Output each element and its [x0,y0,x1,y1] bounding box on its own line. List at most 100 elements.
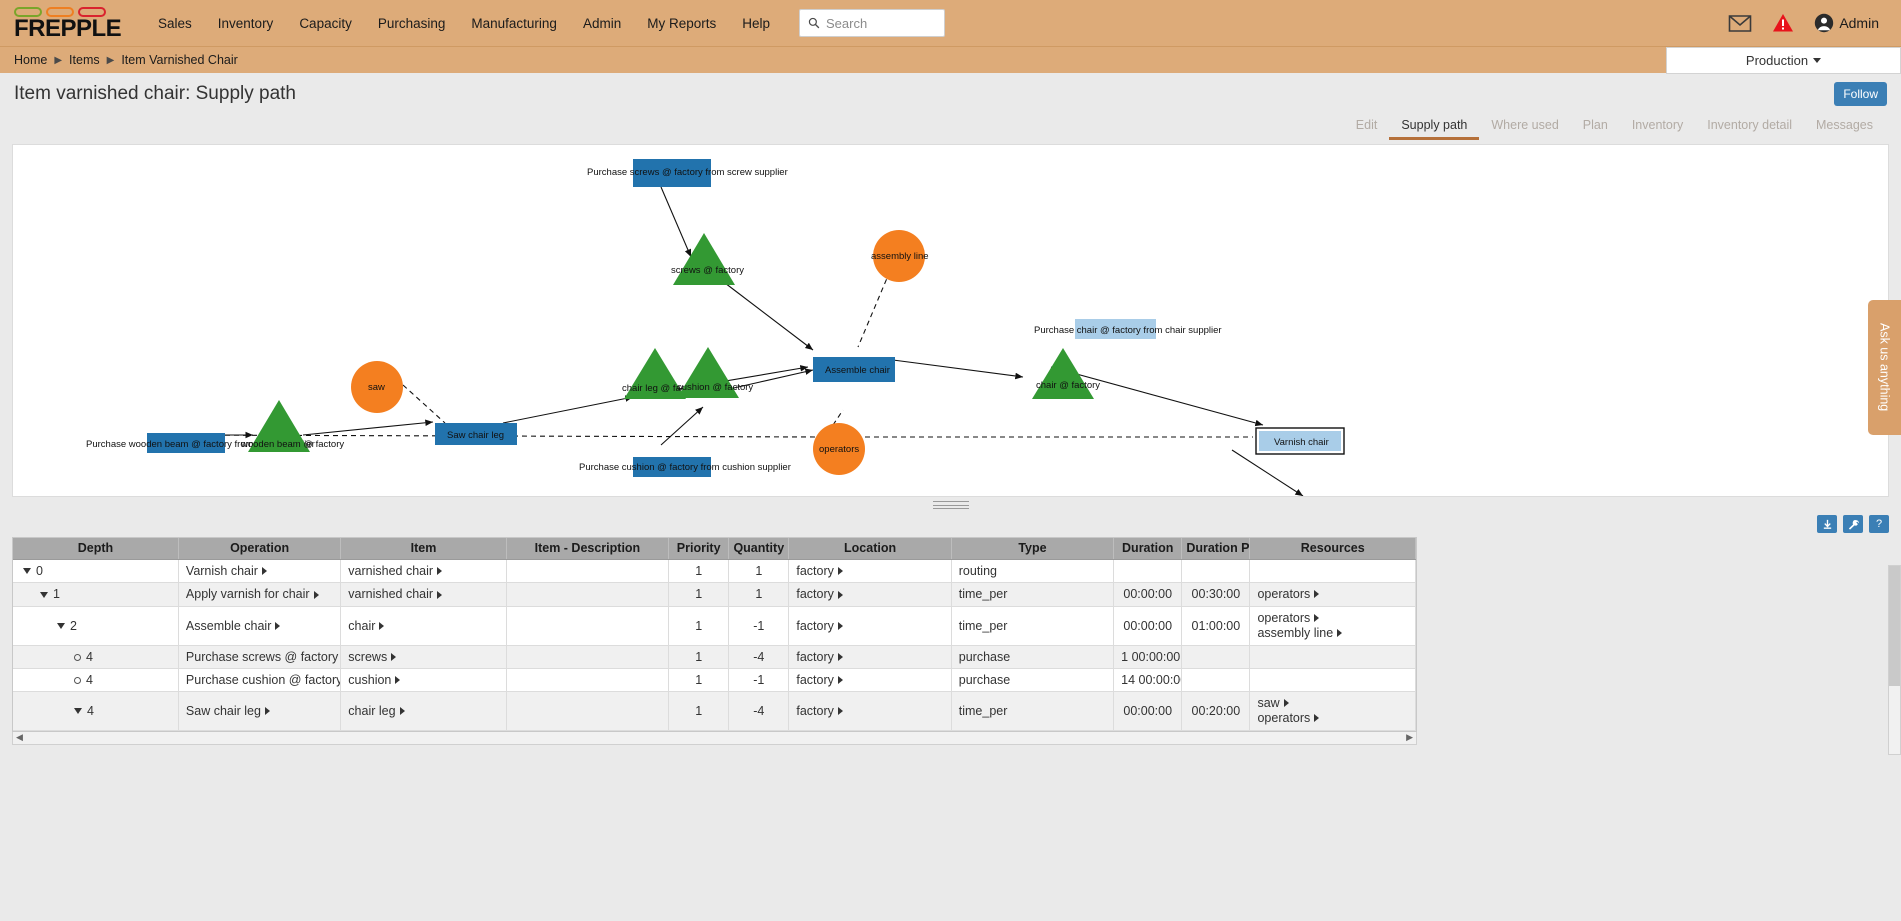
nav-item-help[interactable]: Help [729,10,783,37]
drill-arrow-icon[interactable] [1284,699,1289,707]
ask-us-anything-tab[interactable]: Ask us anything [1868,300,1901,435]
collapse-caret-icon[interactable] [57,623,65,629]
table-vertical-scrollbar[interactable] [1888,565,1901,755]
follow-button[interactable]: Follow [1834,82,1887,106]
col-header-depth[interactable]: Depth [13,538,178,559]
operation-value[interactable]: Varnish chair [186,564,258,578]
nav-item-purchasing[interactable]: Purchasing [365,10,459,37]
drill-arrow-icon[interactable] [838,707,843,715]
expand-circle-icon[interactable] [74,654,81,661]
nav-item-sales[interactable]: Sales [145,10,205,37]
col-header-duration-per[interactable]: Duration P [1182,538,1250,559]
operation-value[interactable]: Assemble chair [186,619,271,633]
item-value[interactable]: chair [348,619,375,633]
inbox-icon[interactable] [1728,14,1752,33]
drill-arrow-icon[interactable] [391,653,396,661]
col-header-quantity[interactable]: Quantity [729,538,789,559]
col-header-item[interactable]: Item [341,538,506,559]
tab-where-used[interactable]: Where used [1479,115,1570,140]
item-value[interactable]: screws [348,650,387,664]
location-value[interactable]: factory [796,619,834,633]
user-menu[interactable]: Admin [1814,13,1879,33]
graph-node-assembly-line[interactable]: assembly line [871,230,929,282]
operation-value[interactable]: Saw chair leg [186,704,261,718]
table-row[interactable]: 2Assemble chairchair1-1factorytime_per00… [13,606,1416,645]
resource-value[interactable]: operators [1257,711,1408,726]
item-value[interactable]: chair leg [348,704,395,718]
graph-node-operators[interactable]: operators [813,423,865,475]
expand-circle-icon[interactable] [74,677,81,684]
collapse-caret-icon[interactable] [74,708,82,714]
breadcrumb-home[interactable]: Home [14,53,47,67]
table-row[interactable]: 1Apply varnish for chairvarnished chair1… [13,582,1416,606]
location-value[interactable]: factory [796,564,834,578]
search-input[interactable]: Search [799,9,945,37]
nav-item-manufacturing[interactable]: Manufacturing [458,10,570,37]
drill-arrow-icon[interactable] [400,707,405,715]
graph-node-purchase-chair[interactable]: Purchase chair @ factory from chair supp… [1034,319,1222,339]
location-value[interactable]: factory [796,587,834,601]
export-download-button[interactable] [1817,515,1837,533]
graph-node-wooden-beam-factory[interactable]: wooden beam @ factory [240,400,344,452]
graph-node-cushion-factory[interactable]: cushion @ factory [677,347,753,398]
frepple-logo[interactable]: FREPPLE [14,7,119,40]
scroll-left-icon[interactable]: ◀ [13,732,26,743]
resource-value[interactable]: saw [1257,696,1408,711]
grid-settings-button[interactable] [1843,515,1863,533]
location-value[interactable]: factory [796,704,834,718]
operation-value[interactable]: Purchase cushion @ factory from [186,673,341,687]
item-value[interactable]: varnished chair [348,587,433,601]
resource-value[interactable]: operators [1257,611,1408,626]
col-header-item-description[interactable]: Item - Description [506,538,668,559]
tab-plan[interactable]: Plan [1571,115,1620,140]
drill-arrow-icon[interactable] [314,591,319,599]
graph-node-varnish-chair[interactable]: Varnish chair [1256,428,1344,454]
alert-warning-icon[interactable] [1772,13,1794,33]
drill-arrow-icon[interactable] [838,591,843,599]
graph-node-assemble-chair[interactable]: Assemble chair [813,357,895,382]
drill-arrow-icon[interactable] [379,622,384,630]
breadcrumb-items[interactable]: Items [69,53,100,67]
collapse-caret-icon[interactable] [23,568,31,574]
drill-arrow-icon[interactable] [262,567,267,575]
table-row[interactable]: 4Saw chair legchair leg1-4factorytime_pe… [13,691,1416,730]
drill-arrow-icon[interactable] [275,622,280,630]
drill-arrow-icon[interactable] [838,676,843,684]
tab-supply-path[interactable]: Supply path [1389,115,1479,140]
drill-arrow-icon[interactable] [1314,714,1319,722]
drill-arrow-icon[interactable] [395,676,400,684]
table-row[interactable]: 4Purchase cushion @ factory fromcushion1… [13,668,1416,691]
drill-arrow-icon[interactable] [838,653,843,661]
graph-node-chair-factory[interactable]: chair @ factory [1032,348,1100,399]
nav-item-my-reports[interactable]: My Reports [634,10,729,37]
drill-arrow-icon[interactable] [437,591,442,599]
resource-value[interactable]: operators [1257,587,1408,602]
nav-item-admin[interactable]: Admin [570,10,634,37]
tab-inventory[interactable]: Inventory [1620,115,1695,140]
graph-node-purchase-cushion[interactable]: Purchase cushion @ factory from cushion … [579,457,791,477]
table-row[interactable]: 4Purchase screws @ factory fromscrews1-4… [13,645,1416,668]
supply-path-graph[interactable]: Purchase screws @ factory from screw sup… [12,144,1889,497]
graph-node-purchase-screws[interactable]: Purchase screws @ factory from screw sup… [587,159,788,187]
drill-arrow-icon[interactable] [1314,614,1319,622]
graph-node-saw-chair-leg[interactable]: Saw chair leg [435,423,517,445]
col-header-priority[interactable]: Priority [669,538,729,559]
table-row[interactable]: 0Varnish chairvarnished chair11factoryro… [13,559,1416,582]
graph-resize-handle[interactable] [12,497,1889,513]
item-value[interactable]: varnished chair [348,564,433,578]
grid-help-button[interactable]: ? [1869,515,1889,533]
tab-inventory-detail[interactable]: Inventory detail [1695,115,1804,140]
drill-arrow-icon[interactable] [437,567,442,575]
graph-node-screws-factory[interactable]: screws @ factory [671,233,744,285]
drill-arrow-icon[interactable] [1337,629,1342,637]
resource-value[interactable]: assembly line [1257,626,1408,641]
graph-node-saw[interactable]: saw [351,361,403,413]
drill-arrow-icon[interactable] [838,567,843,575]
tab-messages[interactable]: Messages [1804,115,1885,140]
table-horizontal-scrollbar[interactable]: ◀ ▶ [12,732,1417,745]
collapse-caret-icon[interactable] [40,592,48,598]
col-header-resources[interactable]: Resources [1250,538,1416,559]
vertical-scroll-thumb[interactable] [1889,566,1900,686]
tab-edit[interactable]: Edit [1344,115,1390,140]
operation-value[interactable]: Apply varnish for chair [186,587,310,601]
